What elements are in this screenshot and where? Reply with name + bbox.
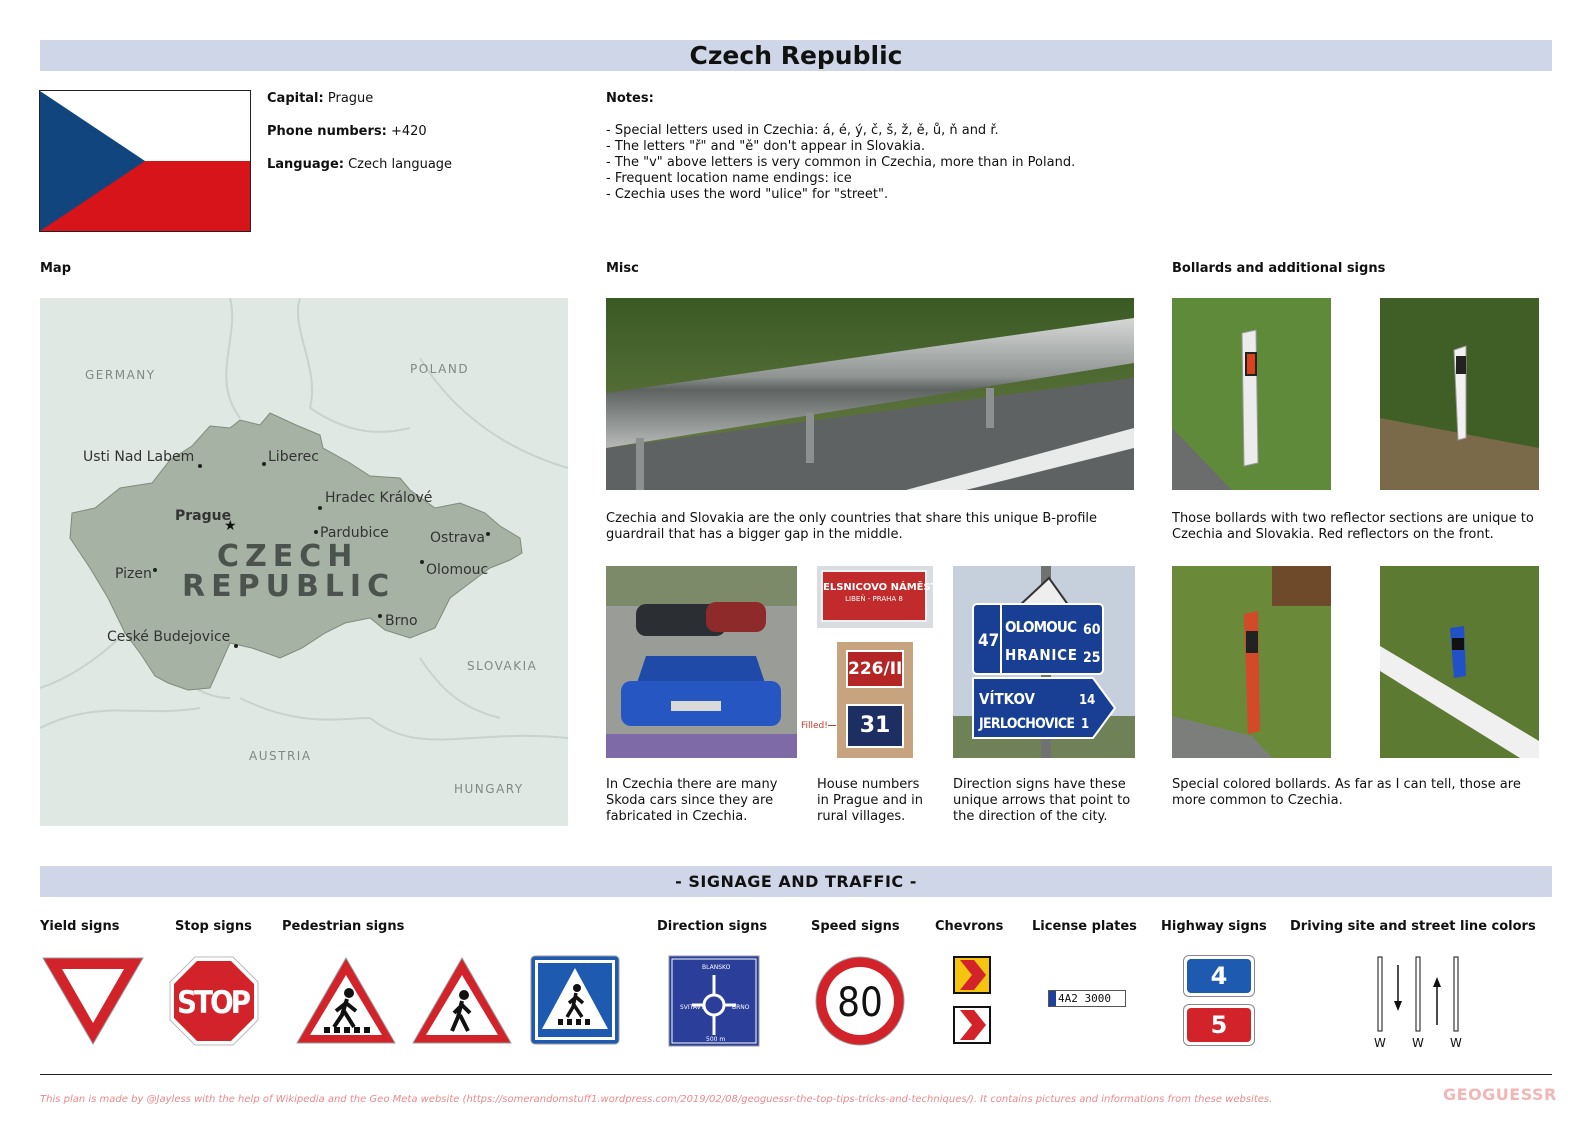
note-line: - Czechia uses the word "ulice" for "str…: [606, 187, 889, 202]
house-number-red: 226/II: [846, 650, 904, 688]
misc-heading: Misc: [606, 261, 639, 276]
direction-signs-heading: Direction signs: [657, 919, 768, 934]
pedestrian-crossing-warning-icon: [294, 955, 398, 1051]
line-color-label: W: [1412, 1036, 1424, 1050]
map-label-country: HUNGARY: [454, 782, 524, 796]
direction-destination: HRANICE: [1005, 646, 1077, 664]
stop-signs-heading: Stop signs: [175, 919, 252, 934]
speed-signs-heading: Speed signs: [811, 919, 900, 934]
chevrons-heading: Chevrons: [935, 919, 1004, 934]
pedestrian-warning-icon: [410, 955, 514, 1051]
skoda-photo: [606, 566, 797, 758]
bollards-caption-1: Those bollards with two reflector sectio…: [1172, 511, 1534, 542]
map-label-city: Brno: [385, 613, 418, 629]
license-plate-text: 4A2 3000: [1058, 992, 1111, 1005]
license-plates-heading: License plates: [1032, 919, 1137, 934]
map-heading: Map: [40, 261, 72, 276]
bollard-photo-orange: [1172, 566, 1331, 758]
bollard-photo-blue: [1380, 566, 1539, 758]
stop-sign-text: STOP: [177, 985, 251, 1021]
guardrail-caption: Czechia and Slovakia are the only countr…: [606, 511, 1098, 542]
map-label-city: Ostrava: [430, 530, 485, 546]
map-label-country: GERMANY: [85, 368, 156, 382]
notes-block: Notes: - Special letters used in Czechia…: [606, 91, 1506, 203]
footer-divider: [40, 1074, 1552, 1075]
direction-sign-photo: 47 OLOMOUC 60 HRANICE 25 VÍTKOV 14 JERLO…: [953, 566, 1135, 758]
street-name-text: ELSNICOVO NÁMĚSTÍ: [823, 582, 933, 593]
map-label-country: SLOVAKIA: [467, 659, 537, 673]
filled-annotation: Filled!: [801, 721, 836, 731]
direction-distance: 1: [1081, 717, 1089, 732]
direction-sign-label: 500 m: [706, 1036, 725, 1043]
page-title: Czech Republic: [40, 40, 1552, 71]
highway-sign-blue: 4: [1183, 955, 1255, 997]
house-numbers-photo: 226/II 31: [837, 642, 913, 758]
map-label-city: Ceské Budejovice: [107, 629, 230, 645]
note-line: - The "v" above letters is very common i…: [606, 155, 1076, 170]
speed-limit-sign-icon: 80: [814, 955, 906, 1051]
capital-row: Capital: Prague: [267, 91, 374, 106]
bollard-photo-white-reflector: [1380, 298, 1539, 490]
street-name-sign-photo: ELSNICOVO NÁMĚSTÍ LIBEŇ - PRAHA 8: [817, 566, 933, 628]
highway-number: 4: [1187, 959, 1251, 993]
license-plate: 4A2 3000: [1048, 990, 1126, 1007]
yield-signs-heading: Yield signs: [40, 919, 120, 934]
skoda-caption: In Czechia there are many Skoda cars sin…: [606, 777, 778, 824]
bollard-photo-red-reflector: [1172, 298, 1331, 490]
note-line: - Frequent location name endings: ice: [606, 171, 852, 186]
highway-signs-heading: Highway signs: [1161, 919, 1267, 934]
roundabout-direction-sign-icon: BLANSKO SVITAVY BRNO 500 m: [668, 955, 760, 1051]
map-label-city: Hradec Králové: [325, 490, 432, 506]
bollards-caption-2: Special colored bollards. As far as I ca…: [1172, 777, 1521, 808]
house-caption: House numbers in Prague and in rural vil…: [817, 777, 923, 824]
note-line: - Special letters used in Czechia: á, é,…: [606, 123, 999, 138]
line-color-label: W: [1374, 1036, 1386, 1050]
highway-sign-red: 5: [1183, 1004, 1255, 1046]
notes-heading: Notes:: [606, 91, 654, 106]
speed-limit-value: 80: [837, 980, 883, 1026]
direction-road-number: 47: [978, 631, 999, 651]
map-label-city: Pizen: [115, 566, 152, 582]
map-label-city: Usti Nad Labem: [83, 449, 194, 465]
direction-distance: 60: [1083, 622, 1101, 638]
street-line-diagram: W W W: [1368, 955, 1468, 1055]
geoguessr-logo: GEOGUESSR: [1443, 1085, 1557, 1104]
direction-sign-label: BLANSKO: [702, 964, 731, 971]
phone-row: Phone numbers: +420: [267, 124, 427, 139]
pedestrian-crossing-sign-icon: [530, 955, 620, 1049]
map-label-country: AUSTRIA: [249, 749, 312, 763]
chevron-yellow-icon: [952, 955, 992, 999]
map-label-city: Liberec: [268, 449, 319, 465]
house-number-blue: 31: [846, 704, 904, 748]
direction-distance: 14: [1079, 693, 1095, 708]
pedestrian-signs-heading: Pedestrian signs: [282, 919, 405, 934]
guardrail-photo: [606, 298, 1134, 490]
capital-star-icon: ★: [224, 518, 237, 534]
footer-credit: This plan is made by @Jayless with the h…: [40, 1094, 1273, 1105]
map-image: GERMANY POLAND SLOVAKIA AUSTRIA HUNGARY …: [39, 297, 569, 826]
map-label-city: Olomouc: [426, 562, 488, 578]
map-label-country: POLAND: [410, 362, 469, 376]
flag-image: [39, 90, 251, 232]
signage-heading: - SIGNAGE AND TRAFFIC -: [40, 866, 1552, 897]
direction-caption: Direction signs have these unique arrows…: [953, 777, 1131, 824]
map-label-city: Prague: [175, 508, 231, 524]
note-line: - The letters "ř" and "ě" don't appear i…: [606, 139, 926, 154]
direction-distance: 25: [1083, 650, 1101, 666]
direction-destination: VÍTKOV: [979, 689, 1036, 708]
yield-sign-icon: [40, 955, 146, 1051]
line-color-label: W: [1450, 1036, 1462, 1050]
direction-destination: OLOMOUC: [1005, 618, 1077, 636]
map-country-name: REPUBLIC: [182, 569, 395, 604]
chevron-white-icon: [952, 1005, 992, 1049]
language-row: Language: Czech language: [267, 157, 453, 172]
highway-number: 5: [1187, 1008, 1251, 1042]
bollards-heading: Bollards and additional signs: [1172, 261, 1386, 276]
street-line-colors-heading: Driving site and street line colors: [1290, 919, 1536, 934]
direction-destination: JERLOCHOVICE: [978, 716, 1075, 732]
stop-sign-icon: STOP: [168, 955, 260, 1051]
district-text: LIBEŇ - PRAHA 8: [845, 595, 903, 603]
